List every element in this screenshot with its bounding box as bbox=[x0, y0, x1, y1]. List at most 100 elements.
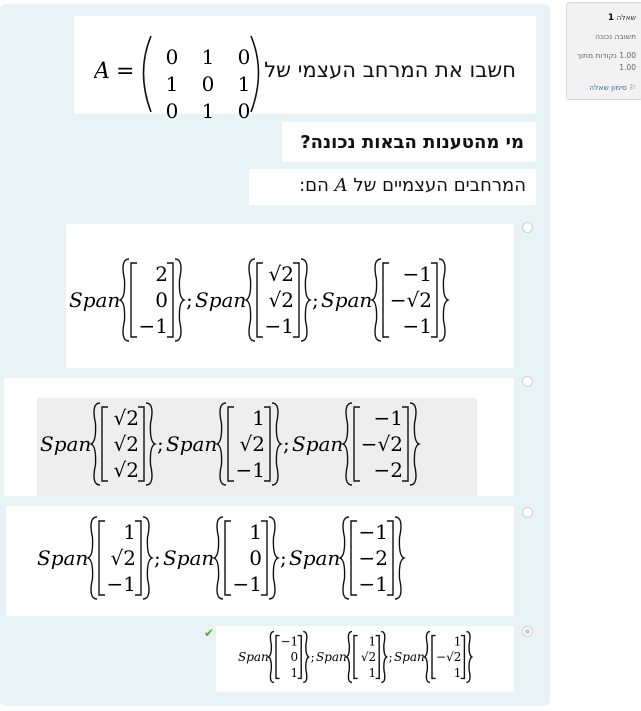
right-brace bbox=[394, 516, 407, 600]
vector-entry: 0 bbox=[155, 288, 168, 312]
vector-entry: 1 bbox=[252, 406, 265, 430]
subprompt-box: המרחבים העצמיים של A הם: bbox=[249, 169, 536, 205]
vector-entry: −√2 bbox=[436, 650, 461, 664]
vector-entry: 1 bbox=[123, 520, 136, 544]
flag-question-link[interactable]: ⚐ סימון שאלה bbox=[567, 83, 641, 92]
option-4-radio[interactable] bbox=[522, 626, 533, 637]
separator: ; bbox=[154, 546, 161, 570]
matrix-cell: 0 bbox=[166, 99, 179, 123]
option-4[interactable]: Span −1 0 1; Span 1 √2 1; Span 1 −√2 1 bbox=[216, 626, 514, 692]
span-word: Span bbox=[37, 546, 88, 570]
vector-entry: −2 bbox=[359, 546, 388, 570]
vector-entry: √2 bbox=[269, 288, 294, 312]
vector-entry: −√2 bbox=[361, 432, 403, 456]
left-brace bbox=[337, 516, 350, 600]
separator: ; bbox=[312, 288, 319, 312]
matrix-cell: 1 bbox=[166, 72, 179, 96]
vector-entry: 1 bbox=[291, 666, 299, 680]
right-brace bbox=[271, 402, 284, 486]
separator: ; bbox=[389, 650, 393, 664]
question-panel: A = 010101010 חשבו את המרחב העצמי של מי … bbox=[0, 4, 550, 706]
right-brace bbox=[174, 258, 187, 342]
option-4-formula: Span−101; Span1√21; Span1−√21 bbox=[238, 630, 474, 684]
matrix-cell: 0 bbox=[166, 45, 179, 69]
vector-entry: √2 bbox=[269, 262, 294, 286]
matrix-cell: 1 bbox=[202, 45, 215, 69]
left-brace bbox=[345, 630, 353, 684]
vector-entry: √2 bbox=[240, 432, 265, 456]
separator: ; bbox=[157, 432, 164, 456]
question-status: תשובה נכונה bbox=[595, 32, 636, 41]
vector-entry: 1 bbox=[369, 635, 377, 649]
matrix-cell: 1 bbox=[238, 72, 251, 96]
vector-entry: 1 bbox=[249, 520, 262, 544]
span-word: Span bbox=[316, 650, 347, 664]
right-brace bbox=[303, 630, 310, 684]
vector-entry: −1 bbox=[403, 262, 432, 286]
vector-entry: −1 bbox=[403, 314, 432, 338]
left-bracket bbox=[101, 406, 108, 482]
right-brace bbox=[438, 258, 451, 342]
option-1-formula: Span20−1; Span√2√2−1; Span−1−√2−1 bbox=[69, 258, 451, 342]
right-brace bbox=[145, 402, 158, 486]
matrix-cell: 0 bbox=[238, 99, 251, 123]
separator: ; bbox=[186, 288, 193, 312]
right-brace bbox=[381, 630, 388, 684]
span-word: Span bbox=[292, 432, 343, 456]
left-bracket bbox=[227, 406, 234, 482]
left-bracket bbox=[98, 520, 105, 596]
vector-entry: −1 bbox=[359, 520, 388, 544]
vector-entry: √2 bbox=[114, 458, 139, 482]
left-bracket bbox=[350, 520, 357, 596]
vector-entry: √2 bbox=[114, 406, 139, 430]
span-word: Span bbox=[289, 546, 340, 570]
option-3-radio[interactable] bbox=[522, 507, 533, 518]
question-number: שאלה 1 bbox=[607, 13, 636, 23]
matrix-cell: 0 bbox=[238, 45, 251, 69]
right-brace bbox=[466, 630, 474, 684]
vector-entry: 1 bbox=[369, 666, 377, 680]
right-brace bbox=[409, 402, 422, 486]
span-word: Span bbox=[163, 546, 214, 570]
left-brace bbox=[85, 516, 98, 600]
option-2[interactable]: Span √2 √2 √2; Span 1 √2 −1; Span −1 −√2 −2 bbox=[4, 378, 514, 496]
left-brace bbox=[117, 258, 130, 342]
question-info-box: שאלה 1 תשובה נכונה 1.00 נקודות מתוך 1.00… bbox=[566, 2, 641, 100]
matrix-name: A bbox=[94, 59, 110, 84]
left-bracket bbox=[256, 262, 263, 338]
flag-icon: ⚐ bbox=[629, 83, 636, 92]
left-brace bbox=[211, 516, 224, 600]
option-2-formula: Span√2√2√2; Span1√2−1; Span−1−√2−2 bbox=[40, 402, 422, 486]
left-brace bbox=[423, 630, 431, 684]
option-3[interactable]: Span 1 √2 −1; Span 1 0 −1; Span −1 −2 −1 bbox=[6, 506, 514, 616]
option-3-formula: Span1√2−1; Span10−1; Span−1−2−1 bbox=[37, 516, 407, 600]
left-brace bbox=[369, 258, 382, 342]
left-brace bbox=[88, 402, 101, 486]
right-paren bbox=[250, 35, 260, 113]
option-2-radio[interactable] bbox=[522, 376, 533, 387]
option-1[interactable]: Span 2 0 −1; Span √2 √2 −1; Span −1 −√2 −1 bbox=[66, 224, 514, 368]
prompt-box: מי מהטענות הבאות נכונה? bbox=[282, 122, 536, 162]
left-bracket bbox=[353, 406, 360, 482]
vector-entry: −1 bbox=[233, 572, 262, 596]
option-1-radio[interactable] bbox=[522, 222, 533, 233]
left-bracket bbox=[353, 634, 358, 680]
left-bracket bbox=[130, 262, 137, 338]
right-brace bbox=[142, 516, 155, 600]
vector-entry: −√2 bbox=[390, 288, 432, 312]
vector-entry: −2 bbox=[374, 458, 403, 482]
matrix-cell: 1 bbox=[202, 99, 215, 123]
right-brace bbox=[268, 516, 281, 600]
vector-entry: −1 bbox=[280, 635, 298, 649]
separator: ; bbox=[280, 546, 287, 570]
span-word: Span bbox=[166, 432, 217, 456]
vector-entry: −1 bbox=[359, 572, 388, 596]
span-word: Span bbox=[394, 650, 425, 664]
correct-check-icon: ✔ bbox=[204, 626, 215, 640]
left-bracket bbox=[224, 520, 231, 596]
vector-entry: √2 bbox=[114, 432, 139, 456]
vector-entry: 0 bbox=[249, 546, 262, 570]
span-word: Span bbox=[238, 650, 269, 664]
matrix-cell: 0 bbox=[202, 72, 215, 96]
left-bracket bbox=[431, 634, 436, 680]
